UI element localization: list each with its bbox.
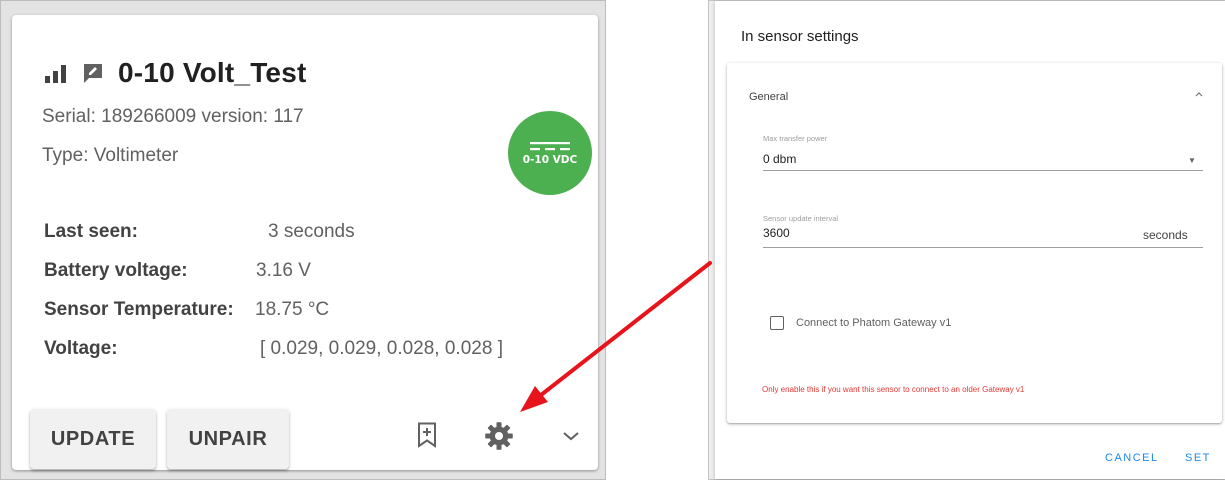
dialog-title: In sensor settings bbox=[741, 28, 859, 45]
device-title: 0-10 Volt_Test bbox=[118, 57, 307, 88]
settings-dialog: In sensor settings General Max transfer … bbox=[715, 1, 1225, 479]
max-transfer-power-select[interactable]: 0 dbm bbox=[763, 152, 796, 166]
settings-dialog-frame: In sensor settings General Max transfer … bbox=[708, 0, 1225, 480]
info-value: 18.75 °C bbox=[255, 299, 330, 320]
info-value: 3 seconds bbox=[268, 221, 355, 242]
warning-text: Only enable this if you want this sensor… bbox=[762, 385, 1025, 394]
info-label: Last seen: bbox=[44, 221, 138, 242]
chevron-up-icon[interactable] bbox=[1193, 89, 1205, 99]
card-title-row: 0-10 Volt_Test bbox=[44, 57, 307, 89]
unpair-button[interactable]: UNPAIR bbox=[167, 409, 289, 469]
field-underline bbox=[763, 247, 1203, 248]
field-label: Sensor update interval bbox=[763, 214, 839, 223]
info-label: Battery voltage: bbox=[44, 260, 188, 281]
dropdown-arrow-icon[interactable]: ▼ bbox=[1188, 156, 1196, 165]
sensor-type-badge: 0-10 VDC bbox=[508, 111, 592, 195]
checkbox-label: Connect to Phatom Gateway v1 bbox=[796, 317, 952, 329]
gear-icon[interactable] bbox=[484, 421, 514, 451]
info-value: 3.16 V bbox=[256, 260, 311, 281]
chat-edit-icon[interactable] bbox=[82, 62, 104, 84]
info-value: [ 0.029, 0.029, 0.028, 0.028 ] bbox=[260, 338, 503, 359]
cancel-button[interactable]: CANCEL bbox=[1105, 452, 1159, 464]
set-button[interactable]: SET bbox=[1185, 452, 1211, 464]
device-card: 0-10 Volt_Test Serial: 189266009 version… bbox=[12, 15, 598, 470]
info-label: Sensor Temperature: bbox=[44, 299, 234, 320]
badge-label: 0-10 VDC bbox=[522, 154, 578, 166]
device-card-frame: 0-10 Volt_Test Serial: 189266009 version… bbox=[0, 0, 606, 480]
update-interval-input[interactable]: 3600 bbox=[763, 226, 790, 240]
field-label: Max transfer power bbox=[763, 134, 828, 143]
signal-icon bbox=[45, 65, 66, 83]
general-panel: General Max transfer power 0 dbm ▼ Senso… bbox=[727, 63, 1222, 423]
serial-text: Serial: 189266009 version: 117 bbox=[42, 106, 304, 127]
info-label: Voltage: bbox=[44, 338, 118, 359]
chevron-down-icon[interactable] bbox=[562, 430, 580, 442]
panel-title: General bbox=[749, 91, 789, 103]
dc-voltage-icon bbox=[530, 142, 570, 151]
type-text: Type: Voltimeter bbox=[42, 145, 179, 166]
bookmark-add-icon[interactable] bbox=[417, 422, 437, 448]
update-button[interactable]: UPDATE bbox=[30, 409, 156, 469]
field-suffix: seconds bbox=[1143, 228, 1188, 242]
field-underline bbox=[763, 170, 1203, 171]
connect-gateway-checkbox[interactable] bbox=[770, 316, 784, 330]
